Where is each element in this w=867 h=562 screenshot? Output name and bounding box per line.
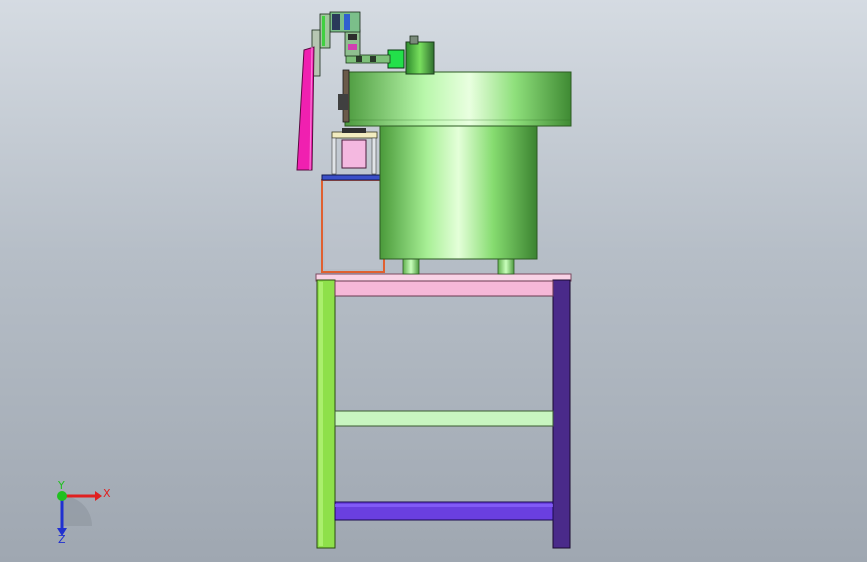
table-top-plate[interactable] (315, 273, 572, 282)
z-axis-label: Z (58, 533, 66, 546)
support-frame[interactable] (321, 174, 385, 273)
x-axis-arrow (95, 491, 102, 501)
left-leg-highlight (319, 282, 323, 546)
orientation-triad[interactable]: X Y Z (57, 479, 111, 546)
x-axis-label: X (103, 487, 111, 500)
right-rear-leg[interactable] (552, 279, 571, 549)
y-axis-dot (57, 491, 67, 501)
bowl-foot-left[interactable] (402, 258, 420, 275)
frame-inner (325, 183, 381, 269)
vertical-post[interactable] (344, 29, 361, 57)
head-part-1 (332, 14, 340, 30)
sorter-station[interactable] (331, 128, 378, 175)
cylinder-fitting-2 (370, 56, 376, 62)
y-axis-label: Y (57, 479, 65, 492)
post-block-1 (348, 34, 357, 40)
bowl-base-body[interactable] (379, 125, 538, 260)
bowl-top-rim[interactable] (344, 71, 572, 127)
motor-housing[interactable] (405, 41, 435, 75)
bracket-strip (322, 16, 325, 46)
cad-model-view[interactable]: X Y Z (0, 0, 867, 562)
cad-viewport[interactable]: X Y Z (0, 0, 867, 562)
cylinder-fitting-1 (356, 56, 362, 62)
middle-rail-green[interactable] (334, 410, 554, 427)
bowl-foot-right[interactable] (497, 258, 515, 275)
pink-block[interactable] (341, 139, 367, 169)
triad-shadow (62, 496, 92, 526)
bottom-rail-highlight (335, 504, 553, 507)
table-stand[interactable] (315, 273, 572, 549)
head-part-2 (344, 14, 350, 30)
post-block-2 (348, 44, 357, 50)
top-rail-pink[interactable] (334, 280, 554, 297)
blue-base-plate[interactable] (321, 174, 383, 181)
sorter-post-right[interactable] (371, 137, 377, 175)
sorter-post-left[interactable] (331, 137, 337, 175)
mount-block (338, 94, 348, 110)
sorter-top-clamp (342, 128, 366, 133)
motor-cap[interactable] (409, 35, 419, 45)
